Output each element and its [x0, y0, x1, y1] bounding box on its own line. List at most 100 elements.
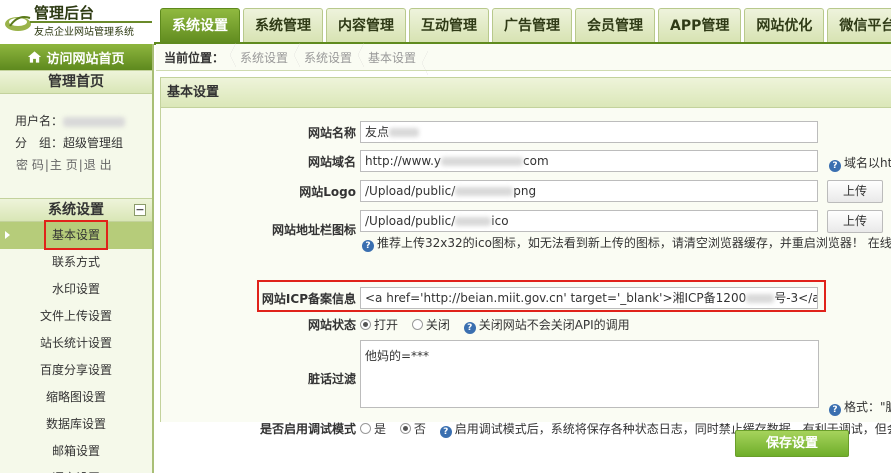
settings-form: 网站名称 友点 网站域名 http://www.y com ? 域名以ht 网站Lo…	[161, 108, 891, 438]
app-title: 管理后台	[34, 4, 95, 22]
domain-label: 网站域名	[307, 155, 356, 169]
sidebar-item-baidu-share[interactable]: 百度分享设置	[0, 357, 152, 384]
status-label: 网站状态	[307, 318, 356, 332]
sidebar-item-language[interactable]: 语言设置	[0, 465, 152, 473]
status-option-open[interactable]: 打开	[360, 318, 398, 332]
breadcrumb-item[interactable]: 系统设置	[294, 42, 358, 67]
nav-tab-system-settings[interactable]: 系统设置	[160, 8, 240, 44]
help-icon: ?	[463, 322, 476, 334]
sidebar-item-watermark[interactable]: 水印设置	[0, 276, 152, 303]
logo-input[interactable]: /Upload/public/png	[360, 180, 818, 202]
nav-tab-system-management[interactable]: 系统管理	[243, 8, 323, 44]
home-icon	[28, 51, 42, 63]
admin-home-link[interactable]: 管理首页	[0, 70, 152, 94]
nav-tab-seo[interactable]: 网站优化	[744, 8, 825, 44]
filter-textarea[interactable]: 他妈的=***	[360, 340, 819, 408]
debug-option-label: 否	[413, 422, 426, 436]
radio-icon	[360, 423, 371, 434]
logo: 管理后台 友点企业网站管理系统	[0, 0, 154, 44]
radio-icon	[399, 423, 411, 434]
sidebar-item-database[interactable]: 数据库设置	[0, 411, 152, 438]
redacted-text	[389, 128, 420, 137]
username-redacted	[63, 116, 126, 127]
domain-help-text: 域名以ht	[844, 156, 891, 170]
help-icon: ?	[829, 160, 841, 172]
save-settings-button[interactable]: 保存设置	[735, 430, 849, 457]
nav-tab-ad-management[interactable]: 广告管理	[492, 8, 572, 44]
favicon-help-text: 推荐上传32x32的ico图标，如无法看到新上传的图标，请清空浏览器缓存，并重启…	[377, 236, 891, 250]
favicon-label: 网站地址栏图标	[271, 223, 356, 237]
sidebar-item-email[interactable]: 邮箱设置	[0, 438, 152, 465]
group-value: 超级管理组	[63, 136, 124, 150]
site-name-input[interactable]: 友点	[360, 121, 818, 143]
sidebar-item-thumbnail[interactable]: 缩略图设置	[0, 384, 152, 411]
favicon-upload-button[interactable]: 上传	[827, 210, 883, 233]
status-option-label: 打开	[374, 318, 399, 332]
sidebar-item-upload-settings[interactable]: 文件上传设置	[0, 303, 152, 330]
sidebar-item-basic-settings[interactable]: 基本设置	[0, 220, 152, 250]
arrow-right-icon	[5, 231, 10, 239]
radio-icon	[411, 319, 423, 330]
header: 管理后台 友点企业网站管理系统 系统设置 系统管理 内容管理 互动管理 广告管理…	[0, 0, 891, 45]
collapse-icon[interactable]: −	[134, 204, 146, 216]
app-subtitle: 友点企业网站管理系统	[34, 27, 134, 38]
visit-site-label: 访问网站首页	[46, 51, 125, 67]
filter-help-text: 格式："脏	[844, 400, 891, 414]
domain-value-prefix: http://www.y	[365, 154, 442, 168]
filter-help: ?格式："脏	[829, 398, 891, 416]
nav-tab-app-management[interactable]: APP管理	[658, 8, 742, 44]
radio-icon	[360, 319, 371, 330]
status-option-label: 关闭	[425, 318, 450, 332]
breadcrumb-item[interactable]: 系统设置	[230, 42, 294, 67]
debug-label: 是否启用调试模式	[259, 422, 356, 436]
sidebar-item-label: 基本设置	[43, 220, 108, 250]
visit-site-button[interactable]: 访问网站首页	[0, 44, 152, 70]
debug-option-no[interactable]: 否	[399, 422, 426, 436]
domain-value-suffix: com	[523, 154, 549, 168]
user-links: 密 码|主 页|退 出	[16, 158, 112, 172]
password-link[interactable]: 密 码	[16, 158, 44, 172]
settings-panel: 基本设置 网站名称 友点 网站域名 http://www.y com ? 域名以ht…	[160, 77, 891, 438]
logout-link[interactable]: 退 出	[84, 158, 112, 172]
site-name-label: 网站名称	[307, 126, 356, 140]
filter-label: 脏话过滤	[307, 372, 356, 386]
sidebar-item-statistics[interactable]: 站长统计设置	[0, 330, 152, 357]
sidebar: 访问网站首页 管理首页 用户名： 分 组：超级管理组 密 码|主 页|退 出 系…	[0, 44, 154, 473]
favicon-value-suffix: ico	[491, 214, 509, 228]
breadcrumb-label: 当前位置：	[164, 50, 225, 65]
username-row: 用户名：	[15, 110, 152, 132]
panel-title: 基本设置	[161, 78, 891, 108]
top-nav: 系统设置 系统管理 内容管理 互动管理 广告管理 会员管理 APP管理 网站优化…	[160, 8, 891, 44]
domain-input[interactable]: http://www.y com	[360, 150, 818, 172]
logo-upload-button[interactable]: 上传	[827, 180, 883, 203]
help-icon: ?	[362, 240, 374, 252]
debug-option-label: 是	[374, 422, 387, 436]
redacted-text	[455, 217, 492, 226]
help-icon: ?	[439, 426, 452, 438]
group-label: 分 组：	[15, 136, 64, 150]
debug-option-yes[interactable]: 是	[360, 422, 386, 436]
icp-highlight-box	[257, 280, 826, 312]
group-row: 分 组：超级管理组	[15, 132, 152, 154]
site-name-value: 友点	[365, 125, 390, 139]
status-help: ? 关闭网站不会关闭API的调用	[463, 318, 630, 334]
breadcrumb: 当前位置： 系统设置 系统设置 基本设置	[156, 42, 891, 75]
logo-icon	[5, 16, 31, 31]
logo-label: 网站Logo	[299, 185, 356, 199]
user-info: 用户名： 分 组：超级管理组 密 码|主 页|退 出	[0, 94, 152, 198]
favicon-input[interactable]: /Upload/public/ico	[360, 210, 818, 232]
sidebar-item-contact[interactable]: 联系方式	[0, 249, 152, 276]
nav-tab-wechat[interactable]: 微信平台	[827, 8, 891, 44]
sidebar-menu: 基本设置 联系方式 水印设置 文件上传设置 站长统计设置 百度分享设置 缩略图设…	[0, 220, 152, 473]
nav-tab-member-management[interactable]: 会员管理	[575, 8, 655, 44]
homepage-link[interactable]: 主 页	[50, 158, 78, 172]
favicon-value-prefix: /Upload/public/	[365, 214, 456, 228]
nav-tab-content-management[interactable]: 内容管理	[326, 8, 406, 44]
favicon-help: ? 推荐上传32x32的ico图标，如无法看到新上传的图标，请清空浏览器缓存，并重…	[362, 234, 891, 252]
breadcrumb-item: 基本设置	[358, 42, 422, 67]
help-icon: ?	[829, 404, 841, 416]
status-option-closed[interactable]: 关闭	[411, 318, 450, 332]
sidebar-section-system-settings[interactable]: 系统设置 −	[0, 198, 152, 222]
nav-tab-interaction-management[interactable]: 互动管理	[409, 8, 489, 44]
username-label: 用户名：	[15, 114, 64, 128]
